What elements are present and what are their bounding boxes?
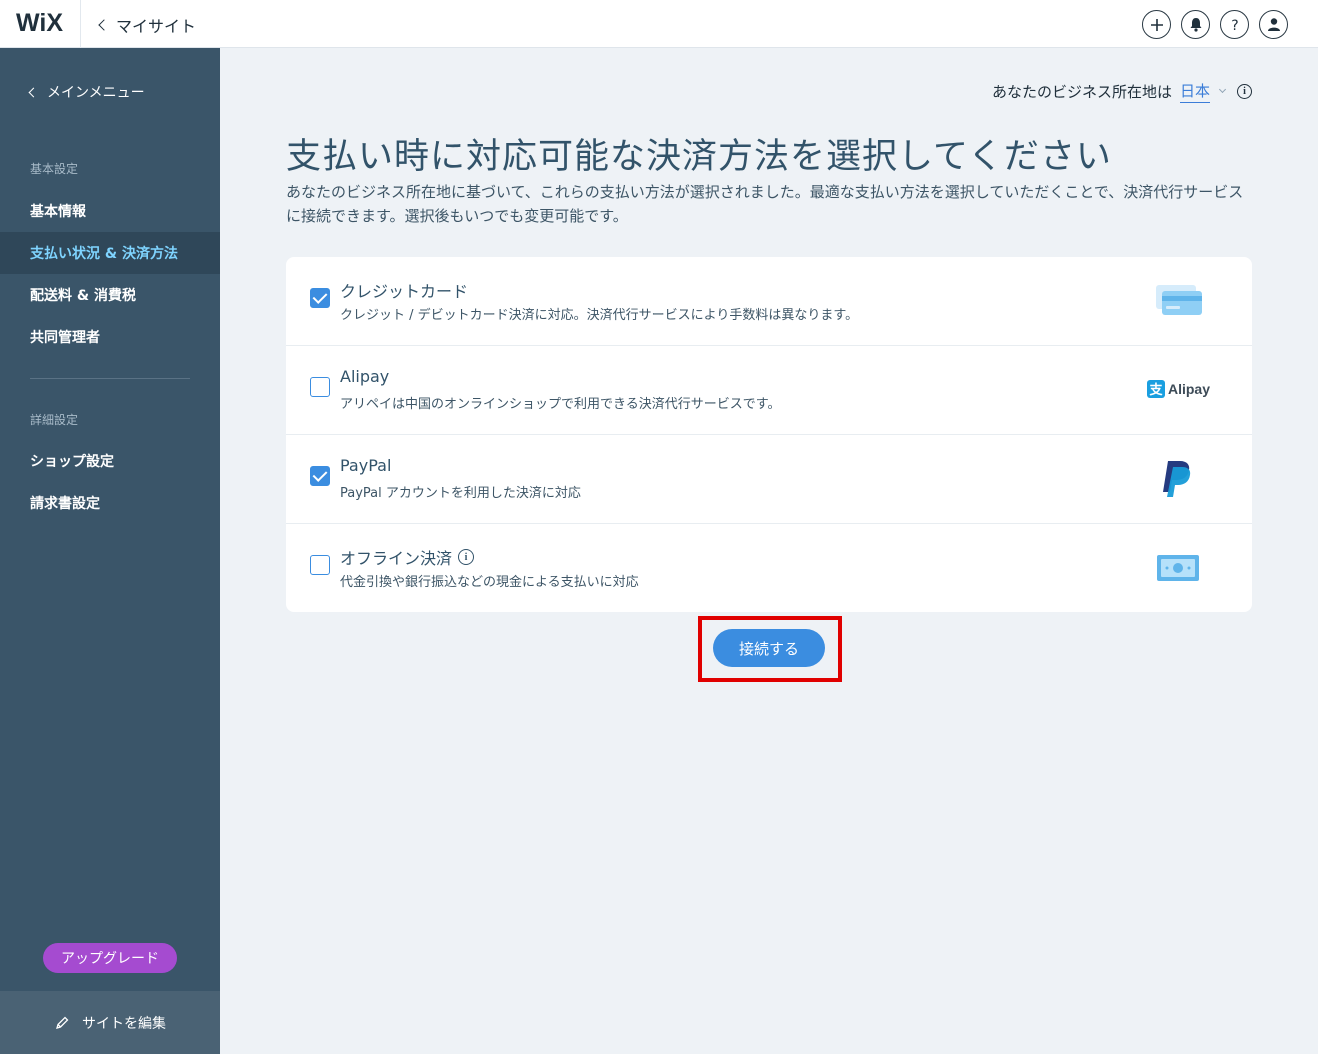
top-actions: ?: [1142, 10, 1288, 39]
sidebar-divider: [30, 378, 190, 379]
payment-method-title: PayPal: [340, 456, 392, 475]
edit-site-button[interactable]: サイトを編集: [0, 991, 220, 1054]
payment-method-paypal[interactable]: PayPal PayPal アカウントを利用した決済に対応: [286, 435, 1252, 524]
page-description: あなたのビジネス所在地に基づいて、これらの支払い方法が選択されました。最適な支払…: [286, 183, 1244, 225]
sidebar-item-collaborators[interactable]: 共同管理者: [0, 316, 220, 358]
svg-text:?: ?: [1231, 18, 1238, 33]
alipay-checkbox[interactable]: [310, 377, 330, 397]
alipay-logo-text: Alipay: [1167, 381, 1210, 397]
pencil-icon: [56, 1016, 69, 1029]
alipay-logo: 支 Alipay: [1146, 380, 1210, 398]
info-icon[interactable]: i: [458, 549, 475, 565]
payment-method-credit-card[interactable]: クレジットカード クレジット / デビットカード決済に対応。決済代行サービスによ…: [286, 257, 1252, 346]
payment-method-desc: アリペイは中国のオンラインショップで利用できる決済代行サービスです。: [340, 397, 781, 412]
payment-method-desc: PayPal アカウントを利用した決済に対応: [340, 486, 581, 501]
add-icon[interactable]: [1142, 10, 1171, 39]
payment-method-title-wrap: オフライン決済 i: [340, 545, 475, 569]
credit-card-checkbox[interactable]: [310, 288, 330, 308]
connect-button[interactable]: 接続する: [713, 629, 825, 667]
my-sites-back-link[interactable]: マイサイト: [96, 13, 196, 37]
topbar-divider: [80, 0, 81, 48]
sidebar-item-shipping-tax[interactable]: 配送料 & 消費税: [0, 274, 220, 316]
top-bar: WiX マイサイト ?: [0, 0, 1318, 48]
sidebar: メインメニュー 基本設定 基本情報 支払い状況 & 決済方法 配送料 & 消費税…: [0, 48, 220, 1054]
chevron-left-icon: [98, 19, 110, 31]
page-title: 支払い時に対応可能な決済方法を選択してください: [286, 137, 1112, 177]
cash-icon: [1156, 554, 1200, 586]
upgrade-button[interactable]: アップグレード: [43, 943, 177, 973]
sidebar-item-basic-info[interactable]: 基本情報: [0, 190, 220, 232]
payment-method-title: オフライン決済: [340, 549, 453, 568]
payment-method-offline[interactable]: オフライン決済 i 代金引換や銀行振込などの現金による支払いに対応: [286, 524, 1252, 613]
help-icon[interactable]: ?: [1220, 10, 1249, 39]
chevron-down-icon[interactable]: [1218, 85, 1227, 94]
account-avatar-icon[interactable]: [1259, 10, 1288, 39]
section-basic-heading: 基本設定: [30, 162, 79, 176]
main-menu-back-link[interactable]: メインメニュー: [28, 82, 145, 102]
offline-checkbox[interactable]: [310, 555, 330, 575]
credit-card-icon: [1154, 281, 1204, 321]
main-menu-label: メインメニュー: [47, 85, 145, 101]
sidebar-item-invoice-settings[interactable]: 請求書設定: [0, 482, 220, 524]
sidebar-item-payments[interactable]: 支払い状況 & 決済方法: [0, 232, 220, 274]
svg-text:支: 支: [1148, 382, 1163, 398]
my-sites-label: マイサイト: [116, 17, 197, 36]
business-location: あなたのビジネス所在地は 日本 i: [992, 80, 1252, 103]
payment-methods-card: クレジットカード クレジット / デビットカード決済に対応。決済代行サービスによ…: [286, 257, 1252, 612]
payment-method-title: クレジットカード: [340, 282, 469, 301]
country-dropdown[interactable]: 日本: [1179, 80, 1210, 103]
edit-site-label: サイトを編集: [82, 1015, 166, 1032]
sidebar-item-shop-settings[interactable]: ショップ設定: [0, 440, 220, 482]
paypal-checkbox[interactable]: [310, 466, 330, 486]
chevron-left-icon: [28, 87, 39, 97]
payment-method-title: Alipay: [340, 367, 390, 386]
payment-method-desc: 代金引換や銀行振込などの現金による支払いに対応: [340, 575, 639, 590]
section-advanced-heading: 詳細設定: [30, 413, 79, 427]
info-icon[interactable]: i: [1237, 84, 1252, 99]
business-location-label: あなたのビジネス所在地は: [991, 83, 1172, 101]
notifications-bell-icon[interactable]: [1181, 10, 1210, 39]
payment-method-alipay[interactable]: Alipay アリペイは中国のオンラインショップで利用できる決済代行サービスです…: [286, 346, 1252, 435]
wix-logo[interactable]: WiX: [16, 9, 63, 38]
paypal-logo: [1160, 459, 1194, 503]
payment-method-desc: クレジット / デビットカード決済に対応。決済代行サービスにより手数料は異なりま…: [340, 308, 859, 323]
country-value: 日本: [1179, 82, 1210, 100]
